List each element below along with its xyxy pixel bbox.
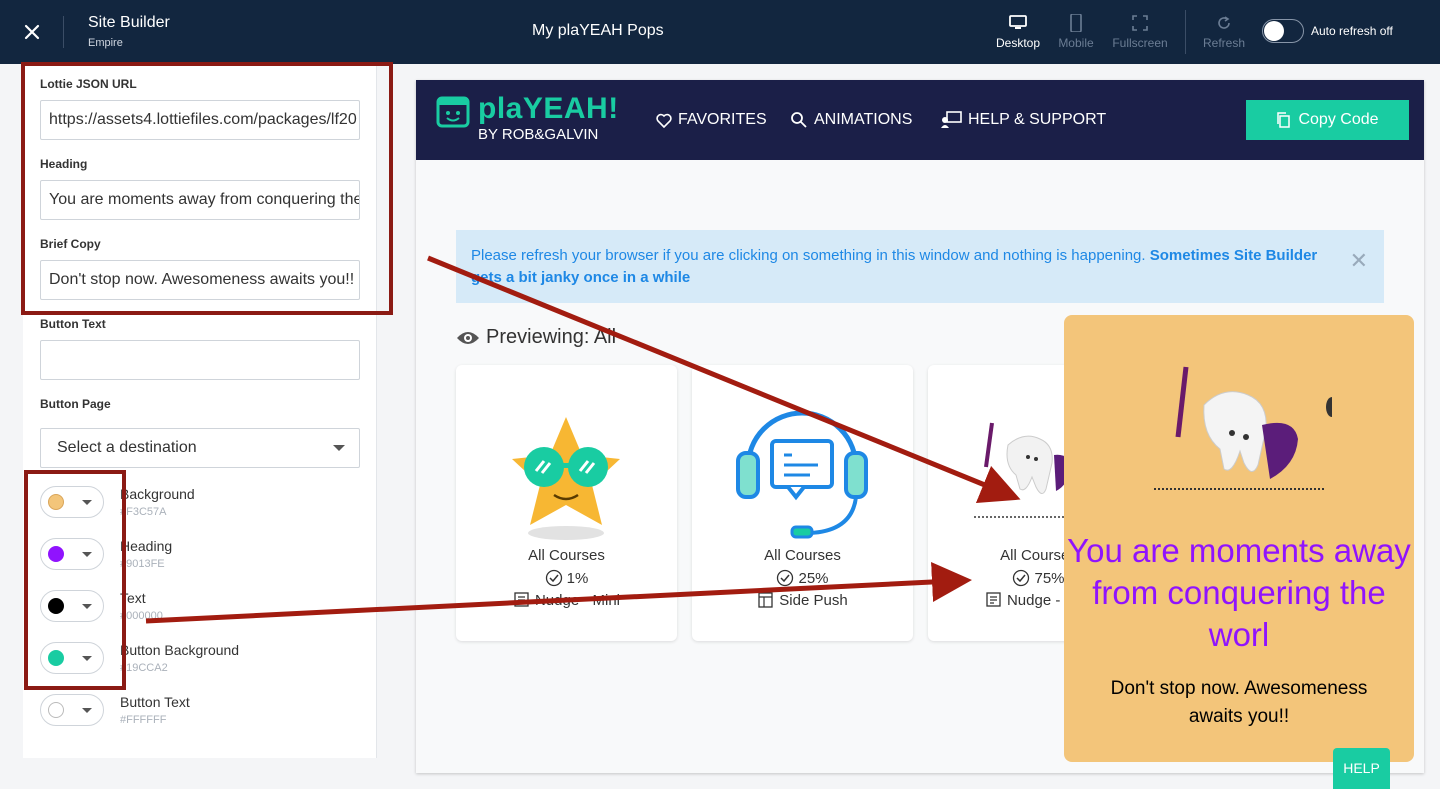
course-card[interactable]: All Courses 1% Nudge - Mini (456, 365, 677, 641)
refresh-label: Refresh (1202, 36, 1246, 50)
nav-favorites[interactable]: FAVORITES (656, 111, 767, 129)
nudge-popup: You are moments away from conquering the… (1064, 315, 1414, 762)
button-background-color-hex: #19CCA2 (120, 662, 168, 674)
chevron-down-icon (333, 445, 345, 451)
button-text-color-name: Button Text (120, 694, 190, 710)
card-type: Side Push (692, 591, 913, 609)
card-title: All Courses (764, 547, 841, 564)
card-percent: 25% (692, 569, 913, 587)
logo-icon (436, 96, 470, 128)
fullscreen-view-button[interactable]: Fullscreen (1110, 12, 1170, 56)
card-type-label: Nudge - Mini (534, 591, 621, 609)
check-circle-icon (1013, 569, 1030, 587)
divider (63, 16, 64, 48)
card-percent-value: 1% (566, 569, 589, 587)
desktop-view-button[interactable]: Desktop (988, 12, 1048, 56)
mobile-icon (1070, 14, 1082, 32)
toggle-knob (1264, 21, 1284, 41)
layout-icon (758, 592, 773, 608)
card-percent: 1% (456, 569, 677, 587)
eye-icon (457, 331, 479, 344)
support-icon (941, 111, 962, 128)
top-bar: Site Builder Empire My plaYEAH Pops Desk… (0, 0, 1440, 64)
help-button[interactable]: HELP (1333, 748, 1390, 789)
desktop-view-label: Desktop (995, 36, 1041, 50)
alert-text: Please refresh your browser if you are c… (471, 247, 1146, 264)
text-color-hex: #000000 (120, 610, 163, 622)
copy-code-label: Copy Code (1298, 111, 1379, 128)
annotation-box-colors (24, 470, 126, 690)
fullscreen-view-label: Fullscreen (1112, 36, 1168, 50)
app-subtitle: Empire (88, 37, 123, 49)
check-circle-icon (545, 569, 562, 587)
color-swatch (48, 702, 64, 718)
close-icon[interactable] (18, 18, 46, 46)
logo-text: plaYEAH! (478, 92, 619, 125)
app-title: Site Builder (88, 14, 170, 31)
headset-chat-icon (736, 410, 868, 539)
button-text-color-hex: #FFFFFF (120, 714, 167, 726)
desktop-icon (1009, 15, 1027, 29)
fullscreen-icon (1132, 15, 1148, 31)
button-page-label: Button Page (40, 397, 111, 411)
heart-icon (656, 113, 672, 128)
card-title: All Courses (528, 547, 605, 564)
nav-favorites-label: FAVORITES (678, 111, 767, 128)
background-color-name: Background (120, 486, 195, 502)
button-background-color-name: Button Background (120, 642, 240, 658)
card-percent-value: 25% (798, 569, 829, 587)
button-page-placeholder: Select a destination (57, 439, 197, 456)
nav-help-support-label: HELP & SUPPORT (968, 111, 1107, 128)
star-sunglasses-icon (512, 417, 620, 540)
previewing-label: Previewing: All (456, 326, 616, 349)
refresh-icon (1218, 16, 1230, 29)
button-text-input[interactable] (40, 340, 360, 380)
nav-help-support[interactable]: HELP & SUPPORT (940, 111, 1106, 129)
heading-color-name: Heading (120, 538, 173, 554)
popup-heading: You are moments away from conquering the… (1067, 532, 1411, 653)
card-type-label: Side Push (779, 591, 848, 609)
button-page-select[interactable]: Select a destination (40, 428, 360, 468)
mobile-view-button[interactable]: Mobile (1046, 12, 1106, 56)
auto-refresh-toggle[interactable] (1262, 19, 1304, 43)
auto-refresh-label: Auto refresh off (1311, 24, 1393, 38)
document-icon (514, 592, 529, 607)
button-text-label: Button Text (40, 317, 106, 331)
logo-subtitle: BY ROB&GALVIN (478, 126, 599, 143)
close-icon[interactable]: ✕ (1350, 250, 1368, 272)
popup-copy: Don't stop now. Awesomeness awaits you!! (1110, 678, 1368, 727)
preview-header: plaYEAH! BY ROB&GALVIN FAVORITES ANIMATI… (416, 80, 1424, 160)
background-color-hex: #F3C57A (120, 506, 167, 518)
check-circle-icon (777, 569, 794, 587)
refresh-button[interactable]: Refresh (1194, 12, 1254, 56)
card-type: Nudge - Mini (456, 591, 677, 609)
divider (1185, 10, 1186, 54)
nav-animations-label: ANIMATIONS (814, 111, 913, 128)
button-text-color-picker[interactable] (40, 694, 104, 726)
course-card[interactable]: All Courses 25% Side Push (692, 365, 913, 641)
page-name: My plaYEAH Pops (532, 22, 664, 39)
previewing-text: Previewing: All (486, 326, 617, 348)
copy-code-button[interactable]: Copy Code (1246, 100, 1409, 140)
search-icon (791, 112, 807, 128)
mobile-view-label: Mobile (1058, 36, 1094, 50)
copy-icon (1277, 112, 1291, 128)
document-icon (986, 592, 1001, 607)
refresh-alert: Please refresh your browser if you are c… (456, 230, 1384, 303)
annotation-box-text-fields (21, 62, 393, 315)
chevron-down-icon (82, 708, 92, 713)
card-percent-value: 75% (1034, 569, 1065, 587)
nav-animations[interactable]: ANIMATIONS (790, 111, 912, 129)
heading-color-hex: #9013FE (120, 558, 165, 570)
tooth-warrior-icon (1154, 366, 1332, 490)
